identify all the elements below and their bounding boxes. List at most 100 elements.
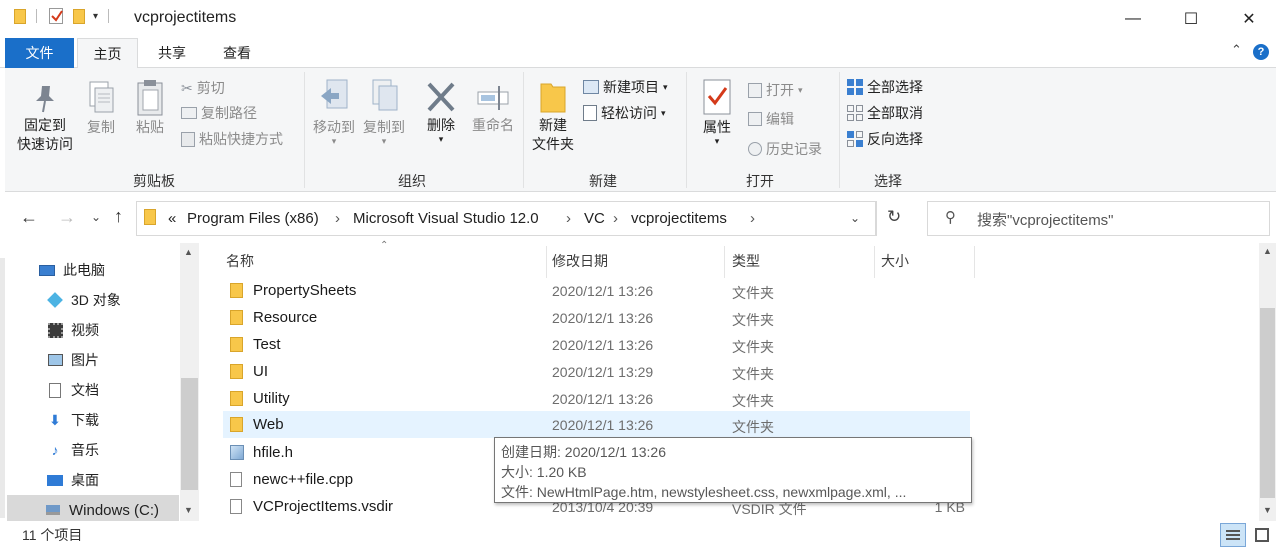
details-view-icon[interactable] (1220, 523, 1246, 547)
computer-icon (38, 262, 56, 278)
video-icon (46, 322, 64, 338)
pin-icon (36, 86, 54, 113)
address-dropdown-icon[interactable]: ⌄ (850, 211, 860, 225)
column-divider[interactable] (974, 246, 975, 278)
edit-button[interactable]: 编辑 (748, 108, 794, 130)
column-header-name[interactable]: 名称 (226, 248, 254, 274)
scroll-down-icon[interactable]: ▼ (1263, 505, 1272, 515)
paste-shortcut-button[interactable]: 粘贴快捷方式 (181, 128, 283, 150)
delete-x-icon (427, 82, 455, 112)
new-folder-icon (540, 83, 566, 113)
breadcrumb-separator[interactable]: › (566, 210, 571, 227)
window-title: vcprojectitems (134, 9, 237, 26)
move-to-button[interactable]: 移动到 ▾ (310, 78, 358, 146)
scroll-down-icon[interactable]: ▼ (184, 505, 193, 515)
breadcrumb-visual-studio[interactable]: Microsoft Visual Studio 12.0 (353, 210, 539, 227)
history-icon (748, 142, 762, 156)
breadcrumb-separator[interactable]: › (750, 210, 755, 227)
file-icon (230, 472, 242, 487)
tab-view[interactable]: 查看 (208, 38, 266, 68)
properties-check-icon[interactable] (49, 8, 63, 24)
file-row[interactable]: Utility 2020/12/1 13:26 文件夹 (223, 385, 970, 412)
history-button[interactable]: 历史记录 (748, 138, 822, 160)
refresh-icon[interactable]: ↻ (887, 207, 901, 227)
help-icon[interactable]: ? (1253, 44, 1269, 60)
copy-path-icon (181, 107, 197, 119)
group-divider (686, 72, 687, 188)
file-row[interactable]: UI 2020/12/1 13:29 文件夹 (223, 358, 970, 385)
item-count: 11 个项目 (22, 527, 83, 543)
rename-button[interactable]: 重命名 (467, 80, 519, 135)
folder-icon[interactable] (14, 8, 26, 24)
properties-button[interactable]: 属性 ▾ (696, 78, 738, 146)
column-divider[interactable] (546, 246, 547, 278)
select-none-button[interactable]: 全部取消 (847, 102, 923, 124)
paste-button[interactable]: 粘贴 (128, 78, 172, 137)
breadcrumb-separator[interactable]: › (613, 210, 618, 227)
new-folder-button[interactable]: 新建 文件夹 (528, 80, 578, 154)
column-header-type[interactable]: 类型 (732, 248, 760, 274)
documents-icon (46, 382, 64, 398)
scissors-icon: ✂ (181, 79, 193, 96)
file-row-hovered[interactable]: Web 2020/12/1 13:26 文件夹 (223, 411, 970, 438)
delete-button[interactable]: 删除 ▾ (420, 80, 462, 144)
breadcrumb-program-files[interactable]: Program Files (x86) (187, 210, 319, 227)
copy-button[interactable]: 复制 (80, 80, 122, 137)
breadcrumb-vcprojectitems[interactable]: vcprojectitems (631, 210, 727, 227)
copy-path-button[interactable]: 复制路径 (181, 102, 257, 124)
customize-dropdown-icon[interactable]: ▾ (93, 11, 98, 22)
recent-locations-dropdown-icon[interactable]: ⌄ (91, 210, 101, 224)
left-edge (0, 258, 5, 518)
column-header-size[interactable]: 大小 (881, 248, 909, 274)
dropdown-arrow-icon: ▾ (663, 81, 668, 92)
breadcrumb-separator[interactable]: › (335, 210, 340, 227)
back-arrow-icon[interactable]: ← (20, 207, 38, 228)
minimize-button[interactable]: — (1104, 0, 1162, 38)
close-button[interactable]: ✕ (1220, 0, 1276, 38)
maximize-button[interactable]: ☐ (1162, 0, 1220, 38)
scroll-up-icon[interactable]: ▲ (1263, 246, 1272, 256)
search-placeholder: 搜索"vcprojectitems" (977, 212, 1114, 229)
tab-share[interactable]: 共享 (143, 38, 201, 68)
scroll-up-icon[interactable]: ▲ (184, 247, 193, 257)
open-button[interactable]: 打开 ▾ (748, 79, 803, 101)
new-item-button[interactable]: 新建项目 ▾ (583, 76, 668, 98)
easy-access-icon (583, 105, 597, 121)
move-to-icon (321, 79, 348, 109)
file-row[interactable]: Resource 2020/12/1 13:26 文件夹 (223, 304, 970, 331)
folder-icon (230, 283, 243, 298)
file-list-scrollbar-thumb[interactable] (1260, 308, 1275, 498)
tab-home[interactable]: 主页 (77, 38, 138, 69)
edit-icon (748, 112, 762, 126)
tooltip-size: 大小: 1.20 KB (501, 464, 587, 480)
tooltip-files: 文件: NewHtmlPage.htm, newstylesheet.css, … (501, 484, 907, 500)
invert-selection-icon (847, 131, 863, 147)
cut-button[interactable]: ✂ 剪切 (181, 77, 225, 99)
invert-selection-button[interactable]: 反向选择 (847, 128, 923, 150)
collapse-ribbon-icon[interactable]: ⌃ (1231, 42, 1242, 58)
dropdown-arrow-icon: ▾ (661, 107, 666, 118)
pin-quick-access-button[interactable]: 固定到 快速访问 (12, 82, 78, 154)
status-bar (0, 521, 1276, 550)
file-row[interactable]: Test 2020/12/1 13:26 文件夹 (223, 331, 970, 358)
easy-access-button[interactable]: 轻松访问 ▾ (583, 102, 666, 124)
file-row[interactable]: PropertySheets 2020/12/1 13:26 文件夹 (223, 277, 970, 304)
large-icons-view-icon[interactable] (1250, 523, 1274, 547)
column-divider[interactable] (874, 246, 875, 278)
pictures-icon (46, 352, 64, 368)
paste-shortcut-icon (181, 131, 195, 147)
up-arrow-icon[interactable]: ↑ (114, 206, 123, 227)
copy-to-button[interactable]: 复制到 ▾ (360, 78, 408, 146)
select-all-icon (847, 79, 863, 95)
nav-scrollbar-thumb[interactable] (181, 378, 198, 490)
column-divider[interactable] (724, 246, 725, 278)
tab-file[interactable]: 文件 (5, 38, 74, 68)
new-folder-icon[interactable] (73, 8, 85, 24)
nav-item-this-pc[interactable]: 此电脑 (38, 255, 198, 285)
open-group-label: 打开 (746, 173, 774, 189)
forward-arrow-icon[interactable]: → (58, 207, 76, 228)
select-all-button[interactable]: 全部选择 (847, 76, 923, 98)
breadcrumb-overflow[interactable]: « (168, 210, 176, 227)
column-header-date[interactable]: 修改日期 (552, 248, 608, 274)
breadcrumb-vc[interactable]: VC (584, 210, 605, 227)
